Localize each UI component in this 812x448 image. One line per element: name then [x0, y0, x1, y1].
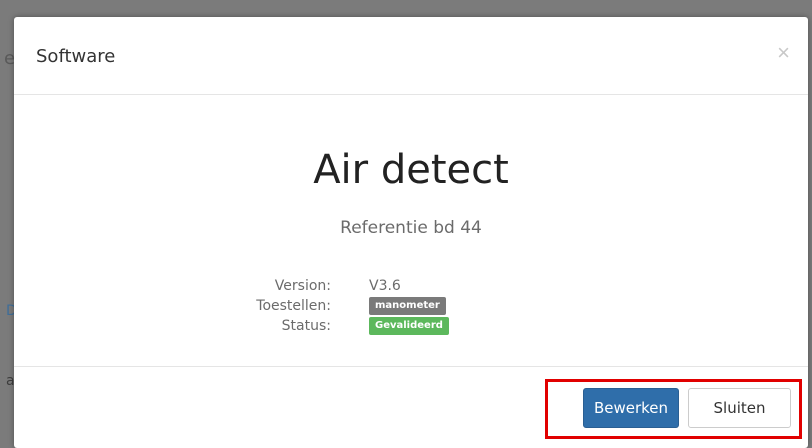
status-badge: Gevalideerd: [369, 317, 449, 335]
close-icon[interactable]: ×: [771, 41, 796, 65]
devices-row: Toestellen: manometer: [234, 296, 449, 316]
status-row: Status: Gevalideerd: [234, 316, 449, 336]
product-reference: Referentie bd 44: [340, 218, 482, 238]
product-name: Air detect: [313, 147, 509, 193]
modal-footer: Bewerken Sluiten: [14, 366, 808, 448]
modal-header: Software ×: [14, 17, 808, 95]
modal-title: Software: [36, 46, 116, 67]
software-modal: Software × Air detect Referentie bd 44 V…: [14, 17, 808, 448]
details-list: Version: V3.6 Toestellen: manometer Stat…: [234, 276, 449, 336]
devices-label: Toestellen:: [256, 298, 331, 314]
version-value: V3.6: [369, 278, 401, 294]
close-button[interactable]: Sluiten: [688, 388, 791, 428]
version-row: Version: V3.6: [234, 276, 449, 296]
version-label: Version:: [274, 278, 331, 294]
device-badge: manometer: [369, 297, 446, 315]
edit-button[interactable]: Bewerken: [583, 388, 679, 428]
modal-body: Air detect Referentie bd 44 Version: V3.…: [14, 95, 808, 367]
status-label: Status:: [281, 318, 331, 334]
